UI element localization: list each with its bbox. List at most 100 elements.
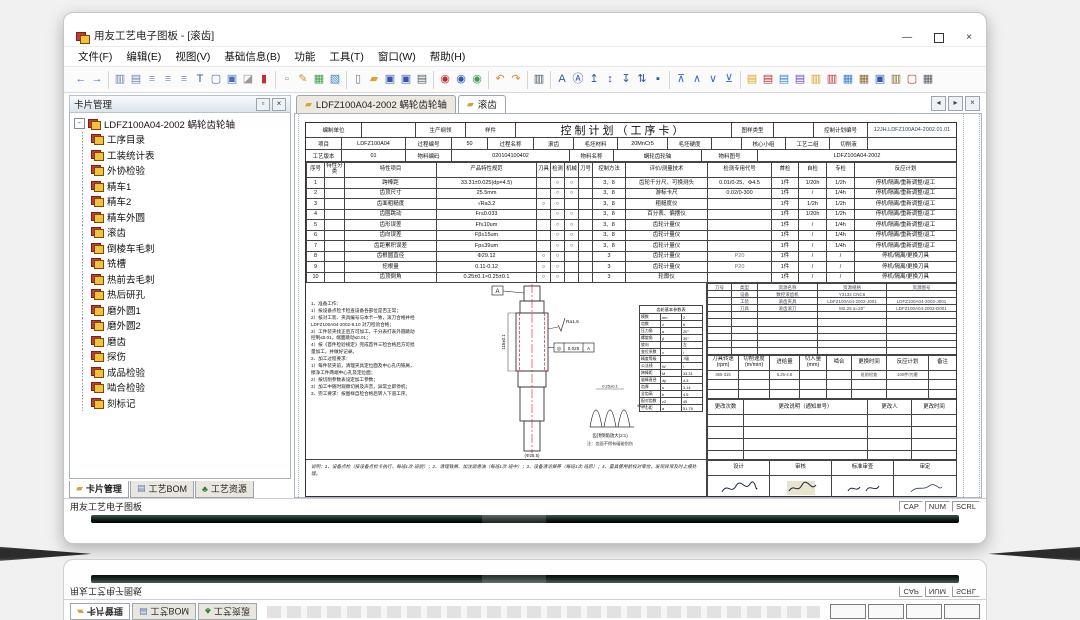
doc-tab[interactable]: ▰LDFZ100A04-2002 蜗轮齿轮轴 <box>296 95 456 113</box>
tree-item-12[interactable]: 磨外圆2 <box>74 318 290 334</box>
undo-icon[interactable]: ↶ <box>492 71 508 88</box>
tab-scroll-left-button[interactable]: ◂ <box>931 96 946 111</box>
zoom-fit-icon[interactable]: ◉ <box>469 71 485 88</box>
col-delete-icon[interactable]: ▥ <box>824 71 840 88</box>
resource-row <box>708 319 957 326</box>
mirror-icon[interactable]: ⇅ <box>634 71 650 88</box>
move-top-icon[interactable]: ⊼ <box>673 71 689 88</box>
tree-item-7[interactable]: 倒棱车毛刺 <box>74 240 290 256</box>
paste-format-icon[interactable]: ▤ <box>128 71 144 88</box>
split-cells-icon[interactable]: ▦ <box>856 71 872 88</box>
row-add-icon[interactable]: ▤ <box>744 71 760 88</box>
tree-item-5[interactable]: 精车外圆 <box>74 209 290 225</box>
close-button[interactable]: × <box>966 32 972 43</box>
text-tool-icon[interactable]: T <box>192 71 208 88</box>
align-center-icon[interactable]: ≡ <box>160 71 176 88</box>
table-cell: 1/4h <box>827 188 855 199</box>
menu-item-2[interactable]: 视图(V) <box>175 49 210 64</box>
save-icon[interactable]: ▣ <box>382 71 398 88</box>
sidebar-tab-工艺BOM[interactable]: ▤工艺BOM <box>130 481 194 498</box>
menu-item-5[interactable]: 工具(T) <box>329 49 363 64</box>
minimize-button[interactable]: — <box>902 32 912 43</box>
menu-item-1[interactable]: 编辑(E) <box>126 49 161 64</box>
tree-item-9[interactable]: 热前去毛刺 <box>74 271 290 287</box>
tree-item-6[interactable]: 滚齿 <box>74 225 290 241</box>
menu-item-6[interactable]: 窗口(W) <box>378 49 416 64</box>
sidebar-tab-卡片管理[interactable]: ▰卡片管理 <box>69 481 129 498</box>
new-file-icon[interactable]: ▯ <box>350 71 366 88</box>
table-cell <box>325 251 345 262</box>
tree-item-16[interactable]: 啮合检验 <box>74 380 290 396</box>
tree-item-1[interactable]: 工装统计表 <box>74 147 290 163</box>
align-v-top-icon[interactable]: ↥ <box>586 71 602 88</box>
tab-scroll-right-button[interactable]: ▸ <box>948 96 963 111</box>
card-edit-icon[interactable]: ▦ <box>920 71 936 88</box>
copy-format-icon[interactable]: ▥ <box>112 71 128 88</box>
comment-icon[interactable]: ▪ <box>650 71 666 88</box>
move-up-icon[interactable]: ∧ <box>689 71 705 88</box>
tree-item-13[interactable]: 磨齿 <box>74 333 290 349</box>
delete-cell-icon[interactable]: ▮ <box>256 71 272 88</box>
page-delete-icon[interactable]: ▢ <box>904 71 920 88</box>
tree-item-10[interactable]: 热后研孔 <box>74 287 290 303</box>
table-cell <box>537 241 551 252</box>
zoom-in-icon[interactable]: ◉ <box>437 71 453 88</box>
param-row: 模数mn2 <box>640 314 703 321</box>
tree-item-15[interactable]: 成品检验 <box>74 364 290 380</box>
col-add-icon[interactable]: ▥ <box>808 71 824 88</box>
cell-shade-icon[interactable]: ▣ <box>224 71 240 88</box>
maximize-button[interactable] <box>934 33 944 43</box>
align-left-icon[interactable]: ≡ <box>144 71 160 88</box>
sidebar-tab-工艺资源[interactable]: ♣工艺资源 <box>195 481 254 498</box>
pencil-icon[interactable]: ✎ <box>295 71 311 88</box>
tree-item-17[interactable]: 刻标记 <box>74 395 290 411</box>
tree-expander-icon[interactable]: - <box>74 118 85 129</box>
open-file-icon[interactable]: ▰ <box>366 71 382 88</box>
image-export-icon[interactable]: ▧ <box>327 71 343 88</box>
image-insert-icon[interactable]: ▦ <box>311 71 327 88</box>
font-icon[interactable]: A <box>554 71 570 88</box>
align-v-middle-icon[interactable]: ↕ <box>602 71 618 88</box>
tab-close-button[interactable]: × <box>965 96 980 111</box>
tree-root[interactable]: -LDFZ100A04-2002 蜗轮齿轮轴 <box>74 116 290 132</box>
paste-icon[interactable]: ▥ <box>888 71 904 88</box>
table-cell: P20 <box>708 251 772 262</box>
copy-icon[interactable]: ▣ <box>872 71 888 88</box>
row-delete-icon[interactable]: ▤ <box>760 71 776 88</box>
tree-item-3[interactable]: 精车1 <box>74 178 290 194</box>
row-down-icon[interactable]: ▤ <box>792 71 808 88</box>
close-icon[interactable]: × <box>272 98 286 111</box>
menu-item-3[interactable]: 基础信息(B) <box>224 49 280 64</box>
menu-item-0[interactable]: 文件(F) <box>78 49 112 64</box>
pin-icon[interactable]: ▫ <box>256 98 270 111</box>
doc-tab[interactable]: ▰滚齿 <box>458 95 506 113</box>
align-v-bottom-icon[interactable]: ↧ <box>618 71 634 88</box>
back-arrow-icon[interactable]: ← <box>73 71 89 88</box>
change-record-table: 更改次数更改说明（通知单号）更改人更改时间 <box>707 399 956 459</box>
print-icon[interactable]: ▤ <box>414 71 430 88</box>
tree-item-11[interactable]: 磨外圆1 <box>74 302 290 318</box>
eraser-icon[interactable]: ◪ <box>240 71 256 88</box>
redo-icon[interactable]: ↷ <box>508 71 524 88</box>
tree-item-0[interactable]: 工序目录 <box>74 132 290 148</box>
menu-item-4[interactable]: 功能 <box>294 49 315 64</box>
cell-frame-icon[interactable]: ▢ <box>208 71 224 88</box>
save-all-icon[interactable]: ▣ <box>398 71 414 88</box>
menu-item-7[interactable]: 帮助(H) <box>430 49 466 64</box>
tree-item-4[interactable]: 精车2 <box>74 194 290 210</box>
char-circle-icon[interactable]: Ⓐ <box>570 71 586 88</box>
move-bottom-icon[interactable]: ⊻ <box>721 71 737 88</box>
align-right-icon[interactable]: ≡ <box>176 71 192 88</box>
tree-item-8[interactable]: 铣槽 <box>74 256 290 272</box>
table-cell: 停机/隔离/重新调整/返工 <box>855 188 957 199</box>
move-down-icon[interactable]: ∨ <box>705 71 721 88</box>
tree-item-2[interactable]: 外协检验 <box>74 163 290 179</box>
tree-item-14[interactable]: 探伤 <box>74 349 290 365</box>
row-up-icon[interactable]: ▤ <box>776 71 792 88</box>
column-header: 自检 <box>799 163 827 178</box>
preview-icon[interactable]: ▥ <box>531 71 547 88</box>
zoom-out-icon[interactable]: ◉ <box>453 71 469 88</box>
forward-arrow-icon[interactable]: → <box>89 71 105 88</box>
region-select-icon[interactable]: ▫ <box>279 71 295 88</box>
merge-cells-icon[interactable]: ▦ <box>840 71 856 88</box>
